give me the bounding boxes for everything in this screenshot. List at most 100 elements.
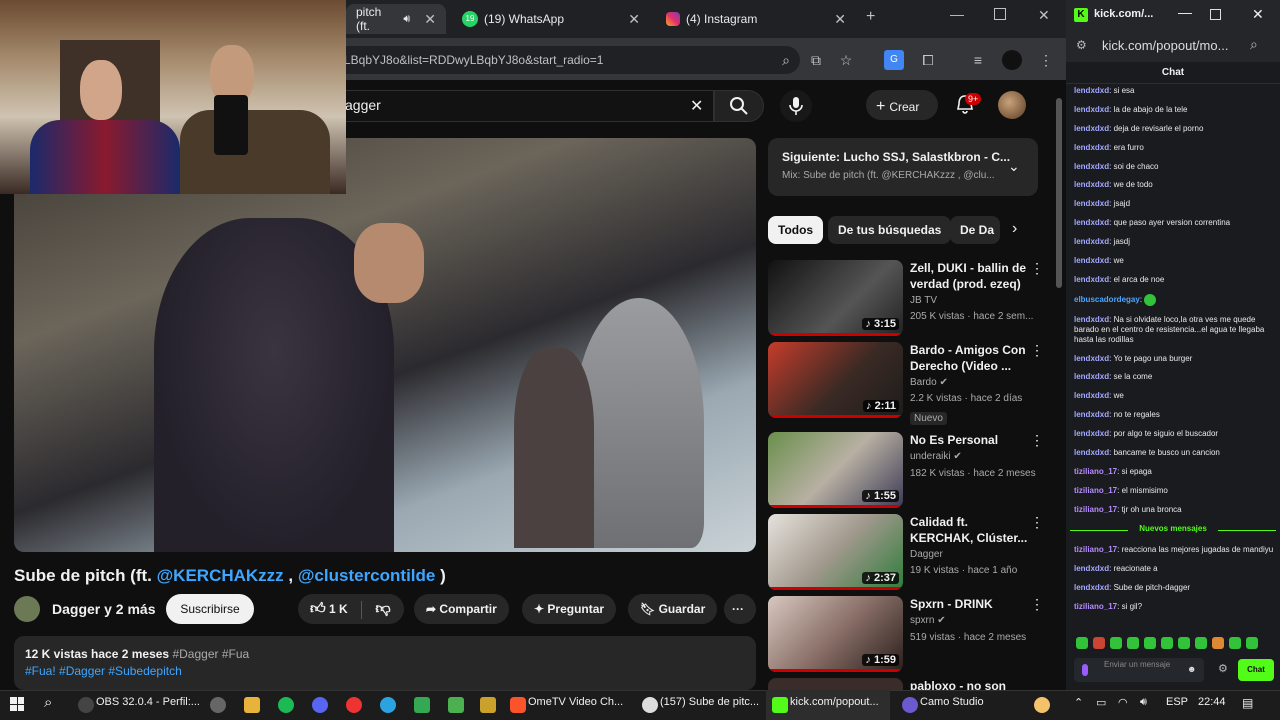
chat-username[interactable]: lendxdxd [1074, 237, 1109, 246]
close-icon[interactable]: ✕ [1252, 6, 1264, 23]
tab-instagram[interactable]: (4) Instagram ✕ [656, 4, 856, 34]
chevron-up-icon[interactable]: ⌃ [1074, 696, 1083, 709]
rec-thumbnail[interactable]: ♪ 2:11 [768, 342, 903, 418]
file-explorer-icon[interactable] [244, 697, 260, 713]
translate-icon[interactable]: G [884, 50, 904, 70]
rec-thumbnail[interactable] [768, 678, 903, 690]
speaker-icon[interactable]: 🔊︎ [403, 13, 410, 26]
search-input[interactable]: agger [330, 90, 714, 122]
account-avatar[interactable] [998, 91, 1026, 119]
chat-username[interactable]: elbuscadordegay [1074, 295, 1140, 304]
taskbar-kick[interactable]: kick.com/popout... [790, 696, 879, 708]
up-next-panel[interactable]: Siguiente: Lucho SSJ, Salastkbron - C...… [768, 138, 1038, 196]
language-indicator[interactable]: ESP [1166, 696, 1188, 708]
chat-username[interactable]: lendxdxd [1074, 429, 1109, 438]
notification-center-icon[interactable]: ▤ [1242, 696, 1253, 710]
bookmark-star-icon[interactable]: ☆ [836, 50, 856, 70]
close-icon[interactable]: ✕ [628, 11, 640, 28]
more-vert-icon[interactable]: ⋮ [1030, 514, 1044, 531]
chat-username[interactable]: lendxdxd [1074, 86, 1109, 95]
chat-username[interactable]: lendxdxd [1074, 256, 1109, 265]
new-tab-icon[interactable]: + [866, 8, 875, 26]
chat-username[interactable]: tiziliano_17 [1074, 545, 1117, 554]
close-icon[interactable]: ✕ [424, 11, 436, 28]
create-button[interactable]: + Crear [866, 90, 938, 120]
more-vert-icon[interactable]: ⋮ [1030, 342, 1044, 359]
kick-address-bar[interactable]: ⚙︎ kick.com/popout/mo... ⌕ [1066, 30, 1280, 62]
minecraft-icon[interactable] [448, 697, 464, 713]
rec-item[interactable]: ♪ 3:15 Zell, DUKI - ballin de verdad (pr… [768, 260, 1058, 336]
taskbar-camo[interactable]: Camo Studio [920, 696, 984, 708]
rec-item[interactable]: ♪ 2:37 Calidad ft. KERCHAK, Clúster... D… [768, 514, 1058, 590]
weather-icon[interactable] [1034, 697, 1050, 713]
chat-username[interactable]: lendxdxd [1074, 218, 1109, 227]
rec-channel[interactable]: underaiki ✔︎ [910, 451, 962, 462]
chat-username[interactable]: lendxdxd [1074, 315, 1109, 324]
chevron-right-icon[interactable]: › [1012, 220, 1017, 238]
emote-icon[interactable] [1110, 637, 1122, 649]
zoom-icon[interactable]: ⌕ [776, 50, 796, 70]
more-vert-icon[interactable]: ⋮ [1030, 260, 1044, 277]
chat-username[interactable]: tiziliano_17 [1074, 505, 1117, 514]
camo-icon[interactable] [902, 697, 918, 713]
chip-dagger[interactable]: De Da [950, 216, 1000, 244]
rec-item[interactable]: ♪ 1:55 No Es Personal underaiki ✔︎ 182 K… [768, 432, 1058, 508]
search-icon[interactable]: ⌕ [1250, 36, 1258, 53]
taskbar-ometv[interactable]: OmeTV Video Ch... [528, 696, 623, 708]
kick-icon[interactable] [772, 697, 788, 713]
rec-channel[interactable]: spxrn ✔︎ [910, 615, 946, 626]
rec-item[interactable]: pabloxo - no son [768, 678, 1058, 690]
discord-icon[interactable] [312, 697, 328, 713]
new-messages-divider[interactable]: Nuevos mensajes [1070, 524, 1276, 536]
chat-username[interactable]: lendxdxd [1074, 143, 1109, 152]
opera-icon[interactable] [346, 697, 362, 713]
extensions-icon[interactable]: ⧠ [918, 50, 938, 70]
chat-username[interactable]: lendxdxd [1074, 564, 1109, 573]
save-button[interactable]: 🔖︎ Guardar [628, 594, 718, 624]
rec-thumbnail[interactable]: ♪ 1:59 [768, 596, 903, 672]
clock[interactable]: 22:44 [1198, 696, 1226, 708]
ask-button[interactable]: ✦ Preguntar [522, 594, 617, 624]
obs-icon[interactable] [78, 697, 94, 713]
more-vert-icon[interactable]: ⋮ [1030, 432, 1044, 449]
rec-channel[interactable]: Bardo ✔︎ [910, 377, 948, 388]
wifi-icon[interactable]: ◠ [1118, 696, 1128, 709]
chat-username[interactable]: lendxdxd [1074, 583, 1109, 592]
spotify-icon[interactable] [278, 697, 294, 713]
chat-username[interactable]: lendxdxd [1074, 199, 1109, 208]
menu-icon[interactable]: ⋮ [1036, 50, 1056, 70]
tray-icon[interactable]: ▭ [1096, 696, 1106, 709]
close-icon[interactable]: ✕ [834, 11, 846, 28]
page-scrollbar[interactable] [1056, 98, 1062, 288]
channel-name[interactable]: Dagger y 2 más [52, 601, 156, 617]
search-button[interactable] [714, 90, 764, 122]
maximize-icon[interactable] [1210, 9, 1221, 20]
share-button[interactable]: ➦ Compartir [414, 594, 509, 624]
chat-username[interactable]: tiziliano_17 [1074, 467, 1117, 476]
minimize-icon[interactable]: — [1178, 4, 1192, 20]
chat-input[interactable]: Enviar un mensaje ☻ [1074, 658, 1204, 682]
search-icon[interactable]: ⌕ [44, 694, 52, 711]
site-settings-icon[interactable]: ⚙︎ [1076, 38, 1087, 52]
more-actions-button[interactable]: ··· [724, 594, 756, 624]
rec-thumbnail[interactable]: ♪ 3:15 [768, 260, 903, 336]
rec-channel[interactable]: Dagger [910, 549, 943, 560]
tab-youtube[interactable]: pitch (ft. 🔊︎ ✕ [346, 4, 446, 34]
chat-username[interactable]: lendxdxd [1074, 448, 1109, 457]
rec-channel[interactable]: JB TV [910, 295, 937, 306]
video-player[interactable] [14, 138, 756, 552]
emote-icon[interactable] [1127, 637, 1139, 649]
windows-start-icon[interactable] [10, 697, 24, 711]
chat-username[interactable]: tiziliano_17 [1074, 602, 1117, 611]
address-bar[interactable]: LBqbYJ8o&list=RDDwyLBqbYJ8o&start_radio=… [330, 46, 800, 74]
chat-username[interactable]: tiziliano_17 [1074, 486, 1117, 495]
emote-icon[interactable] [1093, 637, 1105, 649]
channel-avatar[interactable] [14, 596, 40, 622]
chat-username[interactable]: lendxdxd [1074, 354, 1109, 363]
description-box[interactable]: 12 K vistas hace 2 meses #Dagger #Fua #F… [14, 636, 756, 690]
subscribe-button[interactable]: Suscribirse [166, 594, 254, 624]
volume-icon[interactable]: 🔊︎ [1140, 696, 1147, 709]
minimize-icon[interactable]: — [950, 6, 964, 22]
emote-icon[interactable] [1144, 637, 1156, 649]
close-window-icon[interactable]: ✕ [1038, 7, 1050, 24]
